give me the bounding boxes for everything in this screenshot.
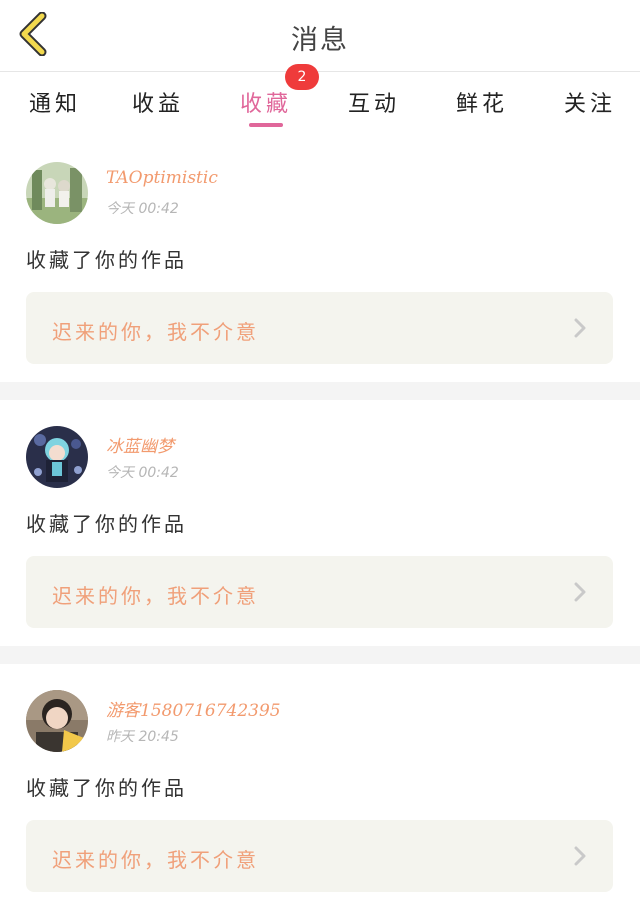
action-text: 收藏了你的作品: [26, 776, 187, 800]
work-title: 迟来的你，我不介意: [52, 848, 259, 872]
avatar-image: [26, 690, 88, 752]
avatar[interactable]: [26, 162, 88, 224]
chevron-right-icon: [574, 318, 586, 338]
timestamp: 今天 00:42: [106, 201, 179, 217]
chevron-right-icon: [574, 846, 586, 866]
unread-badge: 2: [285, 64, 319, 90]
section-divider: [0, 646, 640, 664]
avatar[interactable]: [26, 426, 88, 488]
tab-follows[interactable]: 关注: [545, 86, 635, 126]
tab-interactions[interactable]: 互动: [329, 86, 419, 126]
avatar[interactable]: [26, 690, 88, 752]
work-title: 迟来的你，我不介意: [52, 320, 259, 344]
action-text: 收藏了你的作品: [26, 512, 187, 536]
username[interactable]: 冰蓝幽梦: [106, 432, 174, 457]
timestamp: 今天 00:42: [106, 465, 179, 481]
chevron-right-icon: [574, 582, 586, 602]
message-item: 冰蓝幽梦 今天 00:42 收藏了你的作品 迟来的你，我不介意: [0, 402, 640, 650]
tab-bar: 通知 收益 收藏 互动 鲜花 关注: [0, 72, 640, 132]
section-divider: [0, 382, 640, 400]
work-card[interactable]: 迟来的你，我不介意: [26, 820, 613, 892]
tab-earnings[interactable]: 收益: [113, 86, 203, 126]
work-title: 迟来的你，我不介意: [52, 584, 259, 608]
tab-flowers[interactable]: 鲜花: [437, 86, 527, 126]
work-card[interactable]: 迟来的你，我不介意: [26, 292, 613, 364]
active-tab-indicator: [249, 123, 283, 127]
header-bar: 消息: [0, 0, 640, 72]
avatar-image: [26, 426, 88, 488]
username[interactable]: TAOptimistic: [106, 168, 218, 188]
tab-favorites[interactable]: 收藏: [221, 86, 311, 126]
action-text: 收藏了你的作品: [26, 248, 187, 272]
message-item: TAOptimistic 今天 00:42 收藏了你的作品 迟来的你，我不介意: [0, 138, 640, 386]
username[interactable]: 游客1580716742395: [106, 696, 281, 721]
page-title: 消息: [291, 25, 349, 56]
avatar-image: [26, 162, 88, 224]
work-card[interactable]: 迟来的你，我不介意: [26, 556, 613, 628]
app-root: 消息 通知 收益 收藏 互动 鲜花 关注 2 TAOptimistic 今天 0…: [0, 0, 640, 908]
message-item: 游客1580716742395 昨天 20:45 收藏了你的作品 迟来的你，我不…: [0, 666, 640, 908]
timestamp: 昨天 20:45: [106, 729, 179, 745]
tab-notifications[interactable]: 通知: [10, 86, 100, 126]
